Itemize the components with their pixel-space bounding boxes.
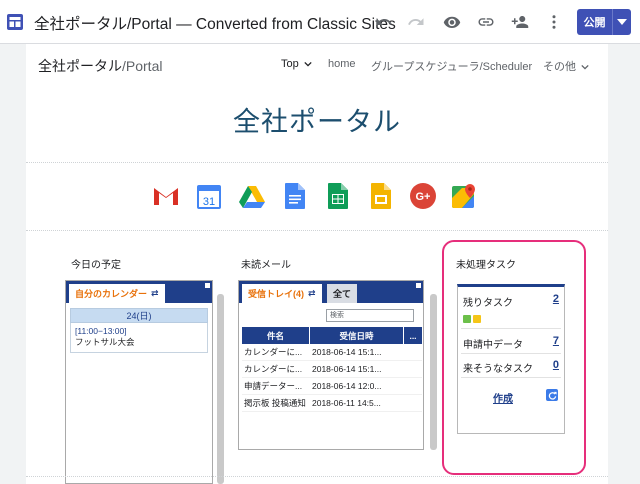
mail-subject: 申請データー... — [244, 381, 303, 391]
site-header: 全社ポータル/Portal Top home グループスケジューラ/Schedu… — [26, 44, 608, 86]
column-more[interactable]: ... — [404, 327, 422, 344]
undo-icon[interactable] — [374, 12, 394, 32]
tab-all[interactable]: 全て — [327, 284, 358, 303]
site-page: 全社ポータル/Portal Top home グループスケジューラ/Schedu… — [26, 44, 608, 484]
task-remaining-count[interactable]: 2 — [553, 293, 559, 305]
section-divider — [26, 162, 608, 163]
slides-icon[interactable] — [370, 182, 396, 210]
task-pending-count[interactable]: 7 — [553, 335, 559, 347]
column-subject[interactable]: 件名 — [242, 327, 310, 344]
task-gadget: 残りタスク 2 申請中データ 7 来そうなタスク 0 作成 — [457, 284, 565, 434]
corner-handle-icon — [416, 283, 421, 288]
sites-logo-icon[interactable] — [6, 13, 24, 31]
site-name-sub: /Portal — [122, 58, 163, 74]
document-title[interactable]: 全社ポータル/Portal — Converted from Classic S… — [34, 12, 396, 34]
calendar-scrollbar[interactable] — [217, 294, 224, 484]
maps-icon[interactable] — [450, 182, 476, 210]
site-name[interactable]: 全社ポータル/Portal — [38, 56, 162, 76]
mail-gadget: 受信トレイ(4) ⇄ 全て 検索 件名 受信日時 ... カレンダーに... 2… — [238, 280, 424, 450]
calendar-gadget: 自分のカレンダー ⇄ 24(日) [11:00−13:00] フットサル大会 — [65, 280, 213, 484]
gmail-icon[interactable] — [152, 182, 178, 210]
mail-subject: カレンダーに... — [244, 347, 303, 357]
table-row[interactable]: 掲示板 投稿通知 2018-06-11 14:5... — [242, 395, 422, 412]
task-separator — [461, 377, 561, 378]
nav-home[interactable]: home — [328, 58, 356, 70]
nav-top-label: Top — [281, 58, 299, 70]
mail-received: 2018-06-11 14:5... — [312, 398, 381, 408]
event-time: [11:00−13:00] — [75, 326, 127, 336]
chevron-down-icon — [581, 64, 589, 70]
status-chip-green — [463, 315, 471, 323]
mail-table: 件名 受信日時 ... カレンダーに... 2018-06-14 15:1...… — [242, 327, 422, 412]
docs-icon[interactable] — [284, 182, 310, 210]
task-create-link[interactable]: 作成 — [493, 390, 513, 405]
link-icon[interactable] — [476, 12, 496, 32]
mail-table-header: 件名 受信日時 ... — [242, 327, 422, 344]
refresh-icon[interactable] — [546, 389, 558, 401]
event-title: フットサル大会 — [75, 337, 135, 347]
task-separator — [461, 353, 561, 354]
publish-label[interactable]: 公開 — [577, 9, 613, 35]
google-plus-icon[interactable]: G+ — [409, 182, 436, 210]
nav-more[interactable]: その他 — [543, 58, 589, 74]
mail-subject: カレンダーに... — [244, 364, 303, 374]
publish-button[interactable]: 公開 — [577, 9, 631, 35]
calendar-day-number: 31 — [203, 196, 215, 208]
calendar-gadget-header: 自分のカレンダー ⇄ — [66, 281, 212, 303]
section-label-mail: 未読メール — [241, 260, 291, 271]
mail-subject: 掲示板 投稿通知 — [244, 398, 306, 408]
site-name-main: 全社ポータル — [38, 58, 122, 74]
google-apps-row: 31 G+ — [26, 182, 608, 212]
mail-received: 2018-06-14 15:1... — [312, 347, 382, 357]
editor-toolbar: 全社ポータル/Portal — Converted from Classic S… — [0, 0, 640, 44]
publish-options-icon[interactable] — [613, 9, 631, 35]
mail-scrollbar[interactable] — [430, 294, 437, 450]
task-pending-label: 申請中データ — [463, 340, 523, 351]
tab-my-calendar-label: 自分のカレンダー — [75, 289, 148, 299]
calendar-date: 24(日) — [70, 308, 208, 323]
chevron-down-icon — [304, 61, 312, 67]
section-label-schedule: 今日の予定 — [71, 260, 121, 271]
table-row[interactable]: カレンダーに... 2018-06-14 15:1... — [242, 361, 422, 378]
nav-top[interactable]: Top — [281, 58, 312, 70]
section-divider — [26, 476, 608, 477]
tab-inbox-label: 受信トレイ(4) — [248, 289, 304, 299]
task-separator — [461, 328, 561, 329]
task-overdue-count[interactable]: 0 — [553, 359, 559, 371]
drive-icon[interactable] — [238, 182, 265, 210]
section-divider — [26, 230, 608, 231]
mail-received: 2018-06-14 15:1... — [312, 364, 382, 374]
calendar-icon[interactable]: 31 — [196, 182, 222, 210]
more-vert-icon[interactable] — [544, 12, 564, 32]
redo-icon[interactable] — [406, 12, 426, 32]
preview-icon[interactable] — [442, 12, 462, 32]
mail-received: 2018-06-14 12:0... — [312, 381, 382, 391]
calendar-event[interactable]: [11:00−13:00] フットサル大会 — [70, 323, 208, 353]
nav-more-label: その他 — [543, 61, 576, 73]
tab-inbox[interactable]: 受信トレイ(4) ⇄ — [242, 284, 322, 303]
corner-handle-icon — [205, 283, 210, 288]
table-row[interactable]: 申請データー... 2018-06-14 12:0... — [242, 378, 422, 395]
swap-icon[interactable]: ⇄ — [308, 288, 316, 299]
task-overdue-label: 来そうなタスク — [463, 364, 533, 375]
tab-my-calendar[interactable]: 自分のカレンダー ⇄ — [69, 284, 165, 303]
mail-gadget-header: 受信トレイ(4) ⇄ 全て — [239, 281, 423, 303]
nav-scheduler[interactable]: グループスケジューラ/Scheduler — [371, 58, 532, 74]
status-chip-yellow — [473, 315, 481, 323]
swap-icon[interactable]: ⇄ — [151, 288, 159, 299]
page-title: 全社ポータル — [233, 107, 401, 137]
column-received[interactable]: 受信日時 — [310, 327, 404, 344]
mail-search-input[interactable]: 検索 — [326, 309, 414, 322]
add-person-icon[interactable] — [510, 12, 530, 32]
table-row[interactable]: カレンダーに... 2018-06-14 15:1... — [242, 344, 422, 361]
sheets-icon[interactable] — [327, 182, 353, 210]
task-remaining-label: 残りタスク — [463, 298, 513, 309]
svg-text:G+: G+ — [416, 191, 431, 203]
